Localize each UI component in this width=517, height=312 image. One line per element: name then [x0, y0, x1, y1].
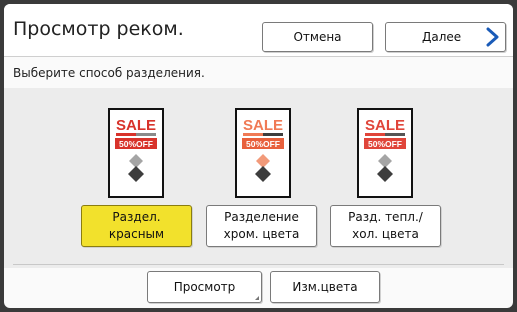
option-label-line2: хром. цвета [223, 227, 300, 241]
sale-poster-image: SALE 50%OFF [115, 117, 157, 182]
discount-text: 50%OFF [368, 139, 402, 149]
preview-button[interactable]: Просмотр [147, 271, 262, 303]
next-button[interactable]: Далее [385, 22, 506, 52]
next-button-label: Далее [422, 30, 462, 44]
sale-poster-image: SALE 50%OFF [364, 117, 406, 182]
preview-thumbnail-chroma: SALE 50%OFF [235, 108, 291, 198]
instruction-text: Выберите способ разделения. [13, 66, 205, 80]
chevron-right-icon [486, 27, 499, 47]
preview-thumbnail-red: SALE 50%OFF [108, 108, 164, 198]
discount-text: 50%OFF [119, 139, 153, 149]
sale-text: SALE [116, 117, 156, 134]
preview-button-label: Просмотр [173, 280, 236, 294]
option-label-line1: Разд. тепл./ [348, 210, 423, 224]
option-label-line1: Разделение [224, 210, 299, 224]
page-title: Просмотр реком. [13, 18, 184, 40]
option-red-separation-button[interactable]: Раздел. красным [81, 205, 192, 247]
preview-thumbnail-warm-cool: SALE 50%OFF [357, 108, 413, 198]
cancel-button-label: Отмена [293, 30, 342, 44]
header-bar: Просмотр реком. Отмена Далее [4, 4, 513, 57]
cancel-button[interactable]: Отмена [262, 22, 373, 52]
sale-text: SALE [365, 117, 405, 134]
sale-text: SALE [243, 117, 283, 134]
sale-poster-image: SALE 50%OFF [242, 117, 284, 182]
change-color-button-label: Изм.цвета [292, 280, 358, 294]
divider [13, 264, 504, 265]
change-color-button[interactable]: Изм.цвета [270, 271, 380, 303]
option-chroma-separation-button[interactable]: Разделение хром. цвета [206, 205, 317, 247]
dialog-frame: Просмотр реком. Отмена Далее Выберите сп… [4, 4, 513, 308]
discount-text: 50%OFF [246, 139, 280, 149]
option-label-line2: хол. цвета [352, 227, 419, 241]
option-label-line1: Раздел. [112, 210, 161, 224]
option-label-line2: красным [108, 227, 165, 241]
option-warm-cool-separation-button[interactable]: Разд. тепл./ хол. цвета [330, 205, 441, 247]
